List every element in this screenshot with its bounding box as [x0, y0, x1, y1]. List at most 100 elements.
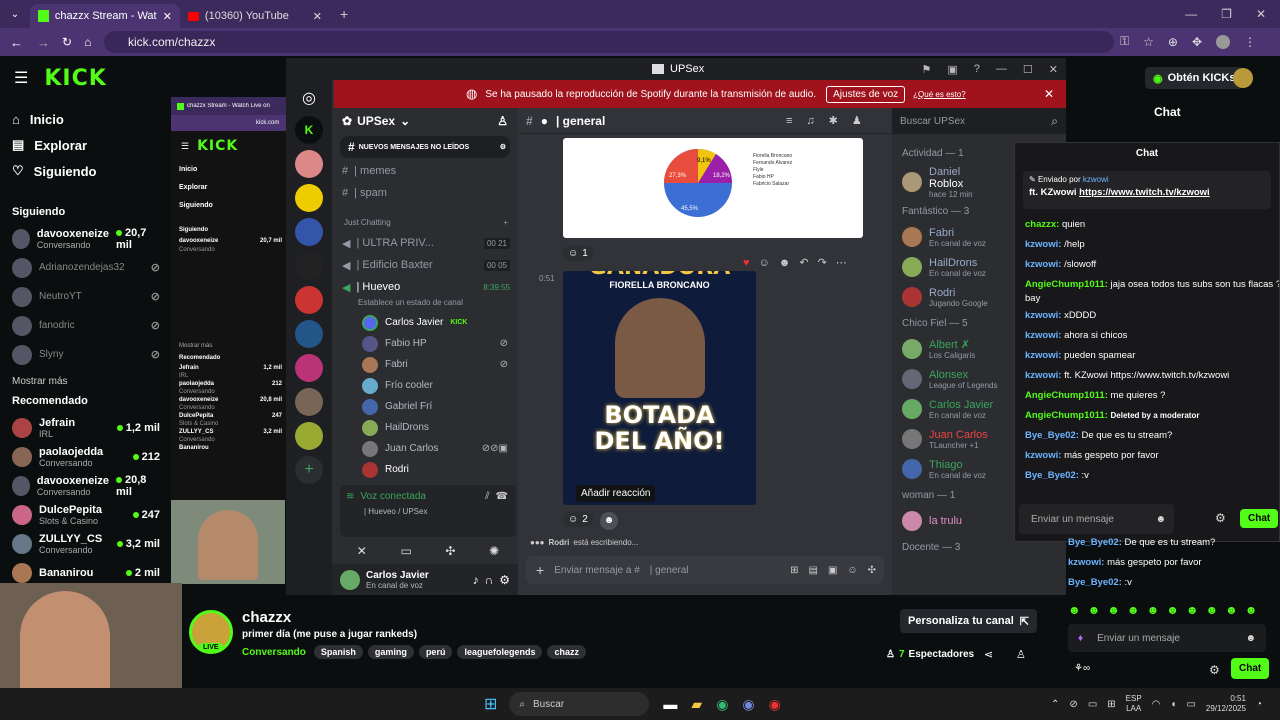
maximize-icon[interactable]: ❐ — [1221, 7, 1232, 21]
banner-link[interactable]: ¿Qué es esto? — [913, 90, 965, 99]
key-icon[interactable]: ⚿ — [1120, 34, 1129, 49]
members-icon[interactable]: ♟ — [852, 114, 862, 127]
gift-icon[interactable]: ⊞ — [790, 565, 798, 576]
screenshare-icon[interactable]: ▭ — [400, 544, 411, 558]
tag[interactable]: chazz — [547, 645, 586, 659]
url-input[interactable]: kick.com/chazzx — [104, 31, 1114, 53]
task-view-icon[interactable]: ▬ — [663, 696, 677, 712]
extension-icon[interactable]: ⊕ — [1168, 35, 1178, 49]
recommended-item[interactable]: Jefrain IRL 1,2 mil — [12, 413, 160, 442]
explorer-icon[interactable]: ▰ — [691, 696, 702, 713]
close-icon[interactable]: ✕ — [163, 10, 172, 23]
mic-icon[interactable]: ♪ — [473, 573, 479, 587]
poll-image[interactable]: 45,5% 27,3% 9,1% 18,2% Fiorella Broncano… — [563, 138, 863, 238]
get-kicks-button[interactable]: ◉ Obtén KICKs — [1145, 67, 1244, 89]
follow-icon[interactable]: ♙ — [1016, 648, 1026, 661]
camera-off-icon[interactable]: ✕ — [357, 544, 367, 558]
reload-icon[interactable]: ↻ — [62, 35, 72, 49]
emote-icon[interactable]: ☻ — [1186, 603, 1199, 617]
server-icon[interactable] — [295, 286, 323, 314]
voice-user[interactable]: Carlos Javier KICK — [332, 312, 518, 333]
more-icon[interactable]: ⋮ — [1244, 35, 1256, 49]
avatar[interactable] — [340, 569, 360, 590]
server-icon[interactable] — [295, 354, 323, 382]
recommended-item[interactable]: ZULLYY_CS Conversando 3,2 mil — [12, 529, 160, 558]
tab-youtube[interactable]: (10360) YouTube ✕ — [180, 4, 330, 28]
voice-user[interactable]: Juan Carlos ⊘⊘▣ — [332, 438, 518, 459]
puzzle-icon[interactable]: ✥ — [1192, 35, 1202, 49]
kick-chat-button[interactable]: Chat — [1231, 658, 1270, 679]
voice-user[interactable]: Frío cooler — [332, 375, 518, 396]
voice-channel[interactable]: ◀ | Edificio Baxter 00 05 — [332, 254, 518, 276]
network-icon[interactable]: ⊘ — [1069, 699, 1077, 710]
server-icon[interactable] — [295, 388, 323, 416]
share-icon[interactable]: ⋖ — [984, 648, 993, 661]
chrome-icon[interactable]: ◉ — [716, 696, 728, 713]
gear-icon[interactable]: ⚙ — [500, 143, 506, 151]
server-icon[interactable] — [295, 320, 323, 348]
threads-icon[interactable]: ≡ — [786, 115, 792, 127]
poster-image[interactable]: GANADORA FIORELLA BRONCANO BOTADA DEL AÑ… — [563, 271, 756, 505]
help-icon[interactable]: ? — [974, 63, 980, 76]
new-tab-icon[interactable]: + — [330, 6, 348, 22]
recommended-item[interactable]: DulcePepita Slots & Casino 247 — [12, 500, 160, 529]
kick-badges-icon[interactable]: ⚘∞ — [1074, 663, 1090, 674]
wifi-icon[interactable]: ◠ — [1152, 699, 1161, 710]
emote-icon[interactable]: ☻ — [1088, 603, 1101, 617]
overlay-chat-button[interactable]: Chat — [1240, 509, 1279, 528]
tab-kick[interactable]: chazzx Stream - Watch Live on ✕ — [30, 4, 180, 28]
settings-icon[interactable]: ⚙ — [499, 573, 510, 587]
screen-icon[interactable]: ▣ — [947, 63, 957, 76]
minimize-icon[interactable]: — — [996, 63, 1007, 76]
laugh-icon[interactable]: ☺ — [759, 257, 770, 269]
tag[interactable]: gaming — [367, 645, 414, 659]
close-window-icon[interactable]: ✕ — [1256, 7, 1266, 21]
activity-icon[interactable]: ✣ — [445, 544, 455, 558]
emoji-icon[interactable]: ☻ — [1155, 514, 1166, 525]
sticker-icon[interactable]: ▣ — [828, 565, 837, 576]
profile-avatar[interactable] — [1216, 34, 1231, 49]
soundboard-icon[interactable]: ✺ — [489, 544, 499, 558]
add-member-icon[interactable]: ♙ — [497, 114, 508, 128]
volume-icon[interactable]: ◖ — [1170, 699, 1176, 710]
server-icon[interactable] — [295, 252, 323, 280]
voice-user[interactable]: Fabio HP ⊘ — [332, 333, 518, 354]
reply-icon[interactable]: ↶ — [799, 256, 808, 269]
voice-user[interactable]: HailDrons — [332, 417, 518, 438]
recommended-item[interactable]: paolaojedda Conversando 212 — [12, 442, 160, 471]
app-tray-icon[interactable]: ▭ — [1088, 699, 1097, 710]
following-item[interactable]: NeutroYT ⊘ — [12, 282, 160, 311]
add-channel-icon[interactable]: + — [503, 218, 508, 227]
following-item[interactable]: Slyny ⊘ — [12, 340, 160, 369]
tag[interactable]: Spanish — [313, 645, 363, 659]
voice-settings-button[interactable]: Ajustes de voz — [826, 85, 906, 103]
emote-icon[interactable]: ☻ — [1245, 603, 1258, 617]
reaction-pill[interactable]: ☺ 2 — [563, 512, 593, 527]
customize-channel-button[interactable]: Personaliza tu canal ⇱ — [900, 609, 1037, 633]
discord-home-icon[interactable]: ◎ — [286, 80, 332, 116]
star-icon[interactable]: ☆ — [1143, 35, 1154, 49]
windows-start-icon[interactable]: ⊞ — [484, 694, 497, 714]
status-hint[interactable]: Establece un estado de canal — [332, 298, 518, 312]
nav-explorar[interactable]: ▤ Explorar — [12, 132, 170, 158]
server-icon[interactable] — [295, 422, 323, 450]
pin-icon[interactable]: ✱ — [829, 114, 838, 127]
tag[interactable]: perú — [418, 645, 453, 659]
app-icon[interactable]: ◉ — [769, 696, 781, 713]
server-kick-icon[interactable]: K — [295, 116, 323, 144]
heart-icon[interactable]: ♥ — [743, 257, 750, 269]
close-icon[interactable]: ✕ — [313, 10, 322, 23]
emoji-icon[interactable]: ☺ — [847, 565, 857, 576]
maximize-icon[interactable]: ☐ — [1023, 63, 1033, 76]
channel-spam[interactable]: # | spam — [332, 182, 518, 204]
notification-icon[interactable]: ◔ — [1256, 699, 1262, 710]
reaction-pill[interactable]: ☺ 1 — [563, 246, 593, 261]
voice-user[interactable]: Rodri — [332, 459, 518, 480]
following-item[interactable]: Adrianozendejas32 ⊘ — [12, 253, 160, 282]
emote-icon[interactable]: ☻ — [1068, 603, 1081, 617]
nav-siguiendo[interactable]: ♡ Siguiendo — [12, 158, 170, 184]
recommended-item[interactable]: davooxeneize Conversando 20,8 mil — [12, 471, 160, 500]
disconnect-icon[interactable]: ☎ — [496, 491, 508, 502]
tag[interactable]: leaguefolegends — [457, 645, 543, 659]
new-messages-bar[interactable]: # NUEVOS MENSAJES NO LEÍDOS ⚙ — [340, 136, 510, 158]
